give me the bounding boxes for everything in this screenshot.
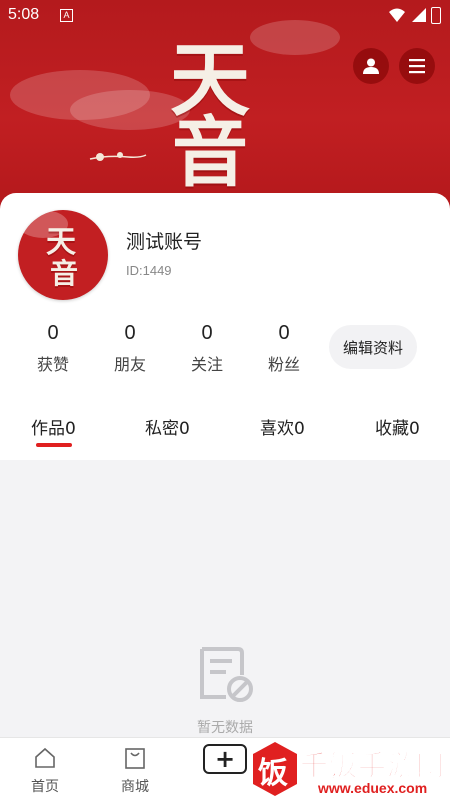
tab-likes[interactable]: 喜欢0: [260, 414, 305, 439]
nav-shop[interactable]: 商城: [90, 738, 180, 801]
stat-label: 朋友: [113, 355, 146, 374]
stat-fans[interactable]: 0 粉丝: [254, 322, 314, 375]
watermark-logo: 饭 千饭手游网 www.eduex.com: [248, 738, 448, 800]
nav-home[interactable]: 首页: [0, 738, 90, 801]
watermark-url: www.eduex.com: [318, 780, 428, 796]
watermark-text: 千饭手游网: [299, 749, 446, 783]
create-post-button[interactable]: +: [203, 744, 247, 774]
stat-value: 0: [124, 322, 136, 344]
stat-friends[interactable]: 0 朋友: [100, 322, 160, 375]
stat-following[interactable]: 0 关注: [177, 322, 237, 375]
username: 测试账号: [126, 231, 203, 253]
tab-private[interactable]: 私密0: [145, 414, 190, 439]
notification-icon: A: [60, 9, 73, 22]
nav-label: 商城: [121, 779, 149, 795]
stat-value: 0: [201, 322, 213, 344]
avatar[interactable]: 天 音: [18, 210, 108, 300]
tab-works[interactable]: 作品0: [31, 414, 76, 439]
status-bar: 5:08 A: [0, 0, 450, 32]
menu-icon: [409, 59, 425, 74]
tab-favorites[interactable]: 收藏0: [375, 414, 420, 439]
watermark-badge-char: 饭: [258, 756, 288, 791]
empty-document-icon: [200, 647, 253, 702]
nav-label: 首页: [31, 779, 59, 795]
active-tab-indicator: [36, 443, 72, 447]
avatar-char-top: 天: [46, 225, 76, 260]
home-icon: [35, 747, 55, 768]
avatar-char-bottom: 音: [50, 257, 79, 290]
stat-value: 0: [278, 322, 290, 344]
person-icon: [363, 58, 379, 74]
stat-value: 0: [47, 322, 59, 344]
account-button[interactable]: [353, 48, 389, 84]
empty-state-text: 暂无数据: [197, 720, 253, 736]
shop-bag-icon: [125, 748, 145, 769]
banner-title-char-bottom: 音: [172, 108, 248, 197]
stat-likes[interactable]: 0 获赞: [23, 322, 83, 375]
stat-label: 粉丝: [267, 355, 300, 374]
stat-label: 获赞: [36, 355, 69, 374]
signal-icon: [412, 8, 426, 22]
header-banner: 天 音: [0, 0, 450, 215]
battery-icon: [431, 7, 441, 24]
edit-profile-button[interactable]: 编辑资料: [329, 325, 417, 369]
user-id: ID:1449: [126, 263, 172, 278]
wifi-icon: [389, 8, 405, 22]
stat-label: 关注: [190, 355, 223, 374]
status-time: 5:08: [8, 6, 40, 23]
menu-button[interactable]: [399, 48, 435, 84]
flower-branch-icon: [89, 152, 147, 161]
